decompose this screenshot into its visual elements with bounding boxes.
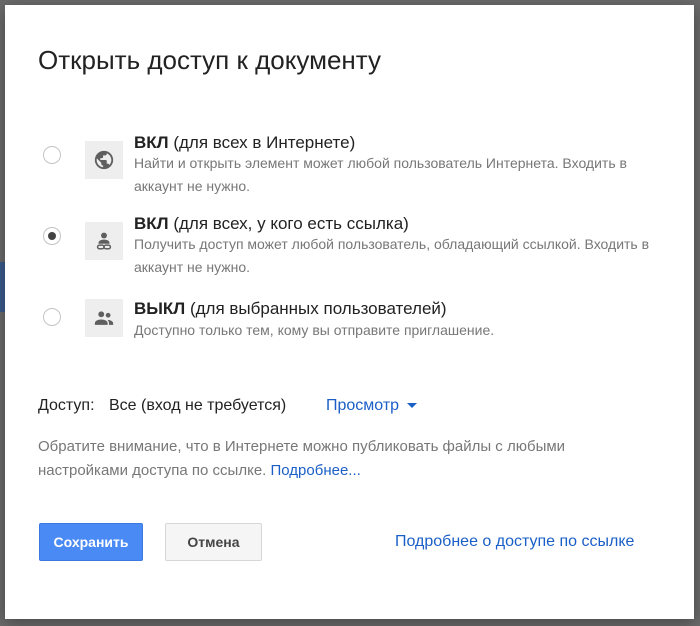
note-learn-more-link[interactable]: Подробнее... — [271, 462, 361, 479]
globe-icon — [85, 141, 123, 179]
share-dialog: Открыть доступ к документу ВКЛ (для всех… — [5, 5, 694, 619]
publish-note: Обратите внимание, что в Интернете можно… — [38, 435, 658, 483]
link-sharing-help-link[interactable]: Подробнее о доступе по ссылке — [395, 533, 634, 551]
option-description: Найти и открыть элемент может любой поль… — [134, 155, 627, 194]
access-value: Все (вход не требуется) — [108, 397, 287, 414]
radio-anyone-with-link[interactable] — [43, 227, 61, 245]
people-icon — [85, 299, 123, 337]
option-description: Получить доступ может любой пользователь… — [134, 236, 650, 275]
access-level-dropdown[interactable]: Просмотр — [326, 397, 418, 415]
option-description: Доступно только тем, кому вы отправите п… — [134, 322, 495, 338]
cancel-button[interactable]: Отмена — [165, 523, 262, 561]
access-level-selected: Просмотр — [326, 397, 400, 414]
option-title: ВЫКЛ (для выбранных пользователей) — [134, 299, 447, 318]
option-title: ВКЛ (для всех, у кого есть ссылка) — [134, 214, 409, 233]
access-row: Доступ: Все (вход не требуется) — [38, 397, 286, 415]
access-label: Доступ: — [38, 397, 95, 414]
save-button[interactable]: Сохранить — [39, 523, 143, 561]
dialog-title: Открыть доступ к документу — [38, 45, 381, 75]
radio-specific-people[interactable] — [43, 308, 61, 326]
radio-public-web[interactable] — [43, 146, 61, 164]
option-title: ВКЛ (для всех в Интернете) — [134, 133, 356, 152]
caret-down-icon — [407, 403, 418, 409]
person-link-icon — [85, 222, 123, 260]
